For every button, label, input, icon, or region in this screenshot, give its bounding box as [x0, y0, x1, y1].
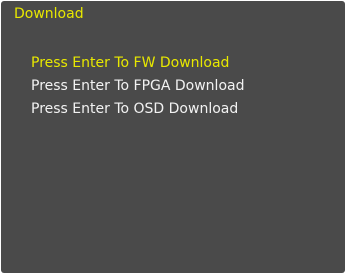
menu-title: Download — [14, 6, 84, 22]
download-menu-panel: Download Press Enter To FW Download Pres… — [1, 1, 345, 273]
fpga-download-item[interactable]: Press Enter To FPGA Download — [31, 75, 244, 98]
fw-download-item[interactable]: Press Enter To FW Download — [31, 52, 244, 75]
osd-download-item[interactable]: Press Enter To OSD Download — [31, 98, 244, 121]
download-options-list: Press Enter To FW Download Press Enter T… — [31, 52, 244, 121]
